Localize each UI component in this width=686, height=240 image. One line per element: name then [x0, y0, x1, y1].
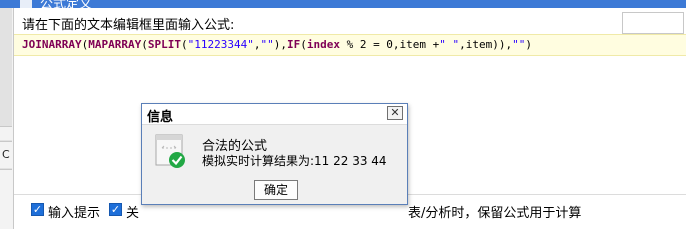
input-hint-label: 输入提示 — [48, 206, 101, 221]
formula-token: ,item)), — [459, 38, 513, 51]
window-app-icon — [20, 0, 32, 8]
formula-token: ( — [300, 38, 307, 51]
formula-token: JOINARRAY — [22, 38, 82, 51]
formula-token: % 2 = 0,item + — [339, 38, 440, 51]
input-hint-checkbox[interactable]: ✓ — [31, 203, 44, 216]
gutter-divider — [0, 168, 12, 170]
top-right-field[interactable] — [622, 12, 684, 34]
editor-prompt: 请在下面的文本编辑框里面输入公式: — [22, 18, 235, 33]
formula-token: "" — [512, 38, 526, 51]
gutter-scroll-area[interactable] — [0, 8, 12, 127]
formula-token: ), — [273, 38, 287, 51]
gutter-divider — [0, 140, 12, 142]
left-gutter: C — [0, 8, 14, 229]
gutter-letter: C — [2, 148, 10, 161]
formula-token: IF — [286, 38, 301, 51]
formula-token: ) — [525, 38, 533, 51]
second-option-label: 关 — [126, 206, 140, 221]
close-icon[interactable]: ✕ — [387, 106, 403, 120]
formula-token: SPLIT — [147, 38, 181, 51]
message-line-result: 模拟实时计算结果为:11 22 33 44 — [202, 154, 387, 168]
formula-token: ( — [141, 38, 148, 51]
message-title-bar: 信息 ✕ — [142, 104, 407, 125]
second-option-checkbox[interactable]: ✓ — [109, 203, 122, 216]
ok-button[interactable]: 确定 — [254, 180, 298, 200]
window-title: 公式定义 — [40, 0, 93, 8]
formula-token: ( — [180, 38, 188, 51]
formula-token: "11223344" — [187, 38, 254, 51]
info-message-box: 信息 ✕ 合法的公式 模拟实时计算结果为:11 22 33 44 确定 — [141, 103, 408, 205]
formula-token: " " — [439, 38, 460, 51]
valid-formula-check-icon — [155, 134, 185, 168]
formula-token: MAPARRAY — [88, 38, 142, 51]
formula-token: "" — [260, 38, 274, 51]
formula-current-line[interactable]: JOINARRAY(MAPARRAY(SPLIT("11223344",""),… — [14, 34, 686, 56]
formula-text[interactable]: JOINARRAY(MAPARRAY(SPLIT("11223344",""),… — [22, 38, 532, 51]
message-title: 信息 — [147, 110, 174, 125]
window-title-bar: 公式定义 — [0, 0, 686, 8]
formula-token: index — [306, 38, 340, 51]
third-option-label: 表/分析时，保留公式用于计算 — [408, 206, 582, 221]
